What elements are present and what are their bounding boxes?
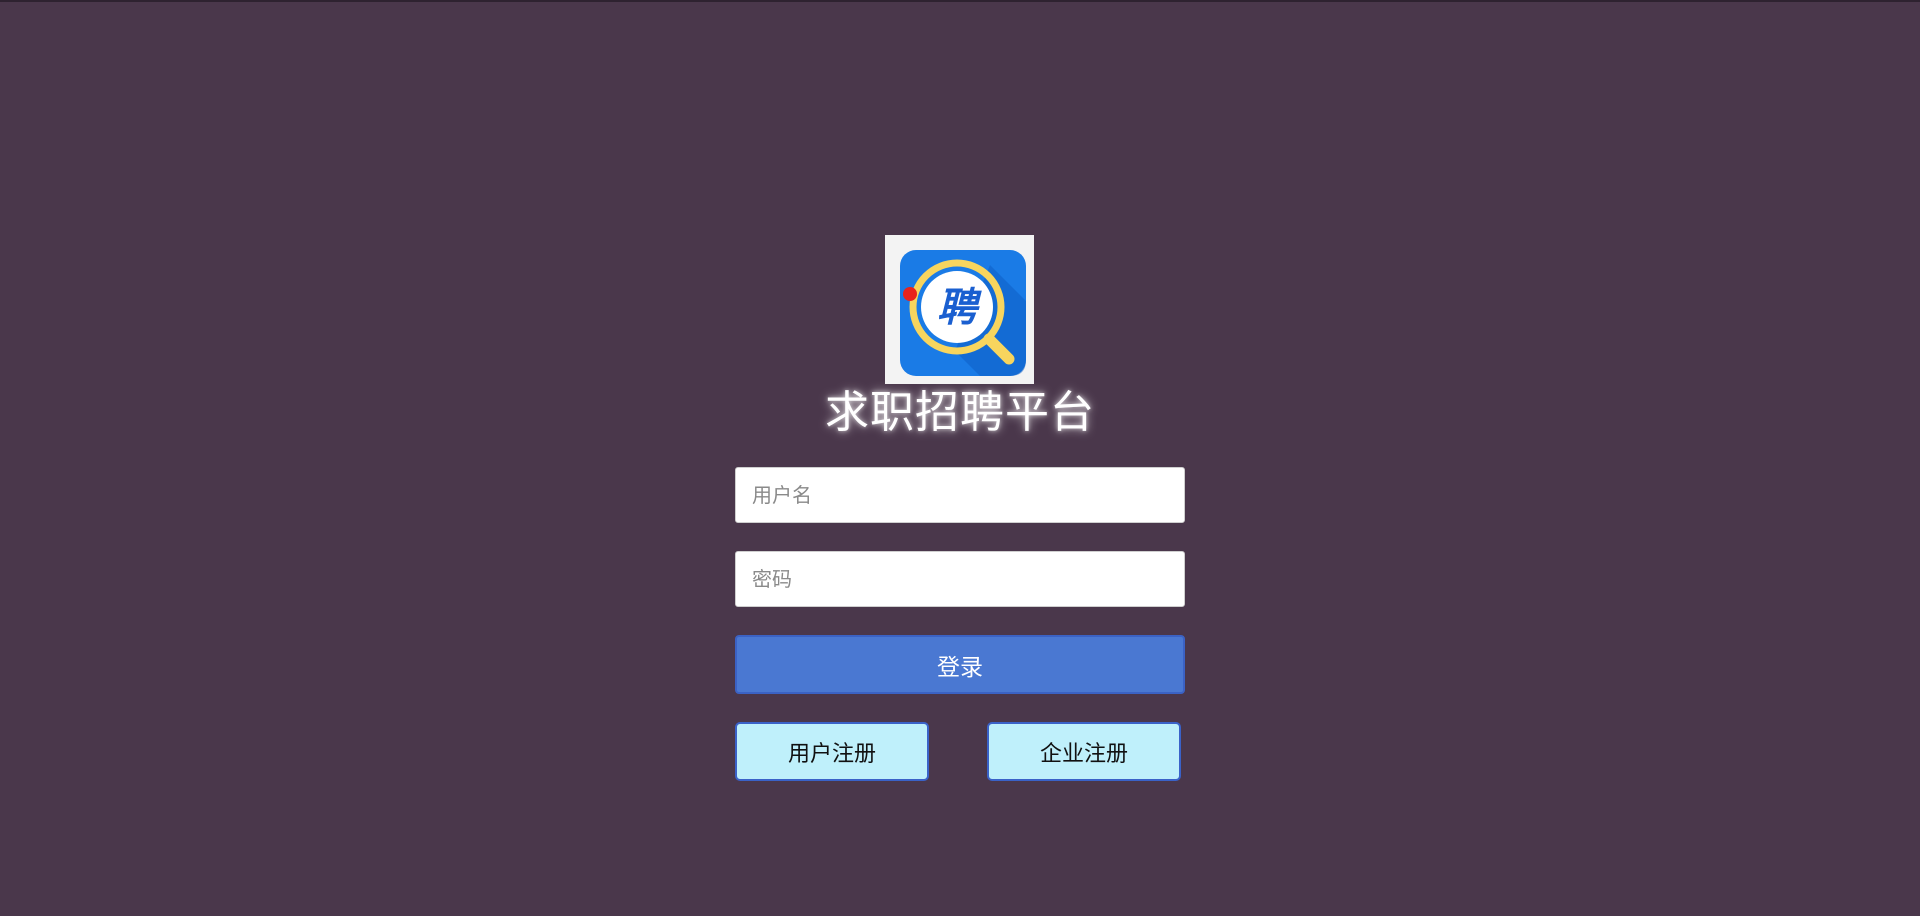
recruit-logo-icon: 聘 xyxy=(900,250,1026,376)
password-input[interactable] xyxy=(735,551,1185,607)
page-title: 求职招聘平台 xyxy=(825,387,1095,438)
username-input[interactable] xyxy=(735,467,1185,523)
top-border xyxy=(0,0,1920,2)
logo-char: 聘 xyxy=(937,285,982,331)
app-logo: 聘 xyxy=(885,235,1034,384)
user-register-button[interactable]: 用户注册 xyxy=(735,722,929,781)
company-register-button[interactable]: 企业注册 xyxy=(987,722,1181,781)
login-button[interactable]: 登录 xyxy=(735,635,1185,694)
